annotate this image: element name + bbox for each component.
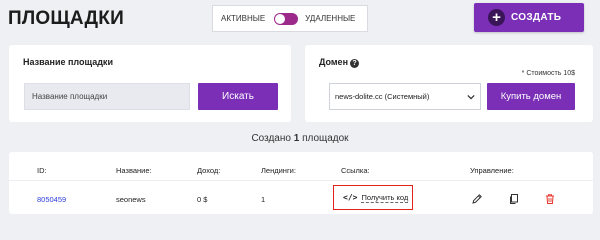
get-code-label: Получить код [361, 192, 409, 203]
search-button[interactable]: Искать [198, 83, 278, 110]
question-circle-icon[interactable]: ? [350, 59, 359, 68]
pencil-icon[interactable] [471, 193, 483, 205]
chevron-down-icon [467, 94, 475, 100]
buy-domain-button[interactable]: Купить домен [487, 83, 575, 110]
trash-icon[interactable] [544, 193, 556, 205]
header-id: ID: [37, 166, 47, 175]
get-code-button[interactable]: </> Получить код [333, 185, 413, 210]
search-input[interactable] [24, 83, 190, 110]
created-count-prefix: Создано [251, 133, 294, 144]
plus-icon: + [488, 9, 505, 26]
created-count-suffix: площадок [299, 133, 349, 144]
header-income: Доход: [197, 166, 221, 175]
toggle-switch[interactable] [274, 12, 299, 25]
domain-panel-title: Домен? [319, 57, 359, 68]
domain-select-value: news-dolite.cc (Системный) [335, 92, 430, 101]
toggle-label-deleted[interactable]: УДАЛЕННЫЕ [305, 14, 355, 23]
copy-icon[interactable] [508, 193, 520, 205]
created-count: Создано 1 площадок [0, 133, 600, 144]
row-name: seonews [116, 195, 146, 204]
row-landings: 1 [261, 195, 266, 204]
header-name: Название: [116, 166, 152, 175]
status-toggle: АКТИВНЫЕ УДАЛЕННЫЕ [212, 5, 368, 32]
create-button-label: СОЗДАТЬ [511, 12, 562, 23]
cost-note: * Стоимость 10$ [521, 70, 575, 77]
header-landings: Лендинги: [261, 166, 296, 175]
create-button[interactable]: + СОЗДАТЬ [474, 3, 584, 32]
page-title: ПЛОЩАДКИ [8, 8, 124, 29]
header-manage: Управление: [470, 166, 514, 175]
sites-table: ID: Название: Доход: Лендинги: Ссылка: У… [9, 152, 593, 214]
toggle-knob [275, 13, 286, 24]
header-link: Ссылка: [341, 166, 370, 175]
row-id-link[interactable]: 8050459 [37, 195, 66, 204]
search-panel-title: Название площадки [23, 57, 113, 67]
domain-label: Домен [319, 57, 348, 67]
search-panel: Название площадки Искать [9, 45, 291, 122]
toggle-label-active[interactable]: АКТИВНЫЕ [221, 14, 265, 23]
domain-select[interactable]: news-dolite.cc (Системный) [329, 83, 481, 110]
row-divider [9, 180, 593, 181]
domain-panel: Домен? * Стоимость 10$ news-dolite.cc (С… [305, 45, 593, 122]
code-icon: </> [343, 193, 358, 202]
row-income: 0 $ [197, 195, 208, 204]
